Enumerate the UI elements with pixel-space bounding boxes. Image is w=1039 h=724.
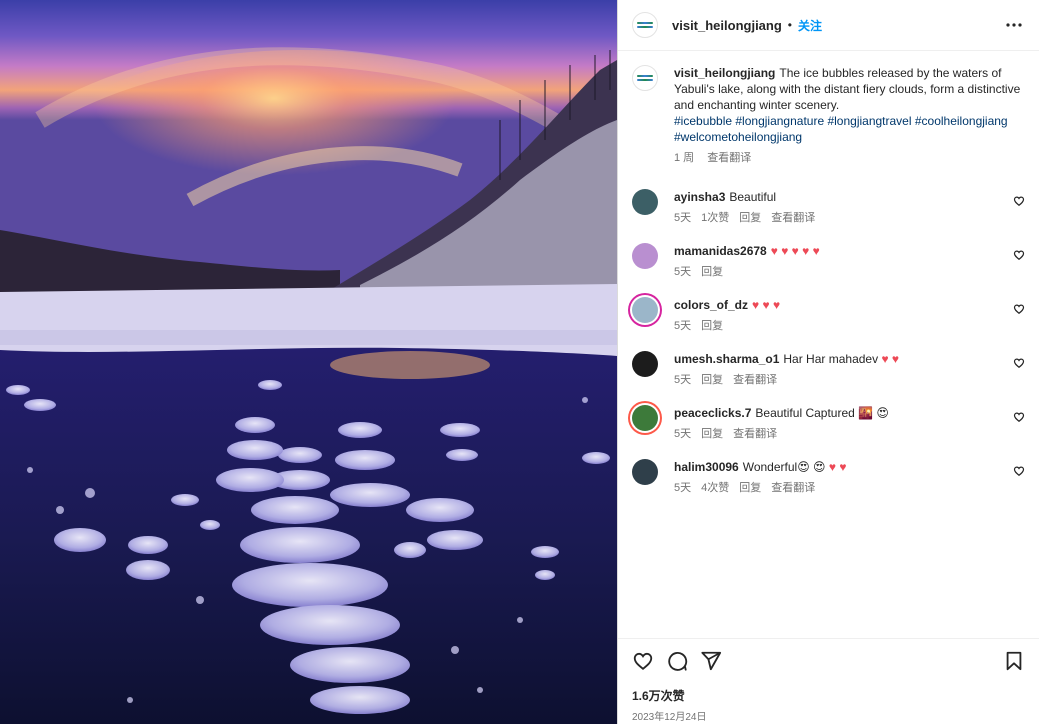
instagram-post-modal: visit_heilongjiang • 关注 visit_heilongjia… xyxy=(0,0,1039,724)
reply-button[interactable]: 回复 xyxy=(701,320,723,332)
post-photo[interactable] xyxy=(0,0,617,724)
comment-item: colors_of_dz ♥ ♥ ♥ 5天 回复 xyxy=(632,297,1025,333)
small-heart-icon[interactable] xyxy=(1013,357,1025,369)
caption-username[interactable]: visit_heilongjiang xyxy=(674,66,775,80)
likes-count[interactable]: 1.6万次赞 xyxy=(632,687,1025,704)
account-avatar[interactable] xyxy=(632,12,658,38)
commenter-avatar[interactable] xyxy=(632,243,658,269)
logo-mark xyxy=(637,26,653,28)
separator-dot: • xyxy=(787,18,792,32)
account-username[interactable]: visit_heilongjiang xyxy=(672,18,782,33)
follow-button[interactable]: 关注 xyxy=(798,17,822,34)
post-side-panel: visit_heilongjiang • 关注 visit_heilongjia… xyxy=(617,0,1039,724)
heart-outline-icon[interactable] xyxy=(632,650,654,672)
comment-bubble-icon[interactable] xyxy=(666,650,688,672)
commenter-username[interactable]: mamanidas2678 xyxy=(674,244,767,258)
reply-button[interactable]: 回复 xyxy=(739,482,761,494)
logo-mark xyxy=(637,75,653,77)
comments-list[interactable]: visit_heilongjiang The ice bubbles releas… xyxy=(618,51,1039,638)
comment-text: Beautiful Captured 🌇 😍 xyxy=(755,406,889,420)
comment-text: ♥ ♥ ♥ xyxy=(752,298,781,312)
post-footer: 1.6万次赞 2023年12月24日 xyxy=(618,638,1039,724)
commenter-username[interactable]: colors_of_dz xyxy=(674,298,748,312)
logo-mark xyxy=(637,79,653,81)
reply-button[interactable]: 回复 xyxy=(701,428,723,440)
comment-text: Wonderful😍 😍 ♥ ♥ xyxy=(742,460,847,474)
comment-item: halim30096 Wonderful😍 😍 ♥ ♥ 5天 4次赞 回复 查看翻译 xyxy=(632,459,1025,495)
comment-likes[interactable]: 4次赞 xyxy=(701,482,729,494)
commenter-avatar[interactable] xyxy=(632,189,658,215)
see-translation-link[interactable]: 查看翻译 xyxy=(733,428,777,440)
commenter-username[interactable]: umesh.sharma_o1 xyxy=(674,352,779,366)
small-heart-icon[interactable] xyxy=(1013,465,1025,477)
commenter-username[interactable]: peaceclicks.7 xyxy=(674,406,751,420)
commenter-avatar[interactable] xyxy=(632,297,658,323)
commenter-username[interactable]: halim30096 xyxy=(674,460,739,474)
comment-item: peaceclicks.7 Beautiful Captured 🌇 😍 5天 回复查… xyxy=(632,405,1025,441)
action-bar xyxy=(632,649,1025,673)
comment-time: 5天 xyxy=(674,482,692,494)
reply-button[interactable]: 回复 xyxy=(701,374,723,386)
post-header: visit_heilongjiang • 关注 xyxy=(618,0,1039,51)
see-translation-link[interactable]: 查看翻译 xyxy=(733,374,777,386)
frozen-lake-ice-bubbles-image xyxy=(0,0,617,724)
comment-time: 5天 xyxy=(674,266,692,278)
comment-time: 5天 xyxy=(674,374,692,386)
caption-avatar[interactable] xyxy=(632,65,658,91)
small-heart-icon[interactable] xyxy=(1013,195,1025,207)
reply-button[interactable]: 回复 xyxy=(701,266,723,278)
comment-item: umesh.sharma_o1 Har Har mahadev ♥ ♥ 5天 回复 查看… xyxy=(632,351,1025,387)
post-date: 2023年12月24日 xyxy=(632,712,707,723)
caption-time: 1 周 xyxy=(674,152,695,164)
comment-text: Har Har mahadev ♥ ♥ xyxy=(783,352,900,366)
commenter-avatar[interactable] xyxy=(632,351,658,377)
paper-plane-icon[interactable] xyxy=(700,650,722,672)
small-heart-icon[interactable] xyxy=(1013,303,1025,315)
comment-text: ♥ ♥ ♥ ♥ ♥ xyxy=(770,244,820,258)
comment-item: ayinsha3 Beautiful 5天 1次赞 回复 查看翻译 xyxy=(632,189,1025,225)
see-translation-link[interactable]: 查看翻译 xyxy=(771,482,815,494)
caption-hashtags[interactable]: #icebubble #longjiangnature #longjiangtr… xyxy=(674,114,1008,144)
small-heart-icon[interactable] xyxy=(1013,411,1025,423)
comment-likes[interactable]: 1次赞 xyxy=(701,212,729,224)
commenter-username[interactable]: ayinsha3 xyxy=(674,190,725,204)
more-options-icon[interactable] xyxy=(1003,14,1025,36)
comment-text: Beautiful xyxy=(729,190,777,204)
bookmark-icon[interactable] xyxy=(1003,650,1025,672)
logo-mark xyxy=(637,22,653,24)
small-heart-icon[interactable] xyxy=(1013,249,1025,261)
comment-time: 5天 xyxy=(674,320,692,332)
post-caption: visit_heilongjiang The ice bubbles releas… xyxy=(632,65,1025,165)
commenter-avatar[interactable] xyxy=(632,459,658,485)
reply-button[interactable]: 回复 xyxy=(739,212,761,224)
comment-item: mamanidas2678 ♥ ♥ ♥ ♥ ♥ 5天 回复 xyxy=(632,243,1025,279)
commenter-avatar[interactable] xyxy=(632,405,658,431)
comment-time: 5天 xyxy=(674,428,692,440)
see-translation-link[interactable]: 查看翻译 xyxy=(707,152,751,164)
see-translation-link[interactable]: 查看翻译 xyxy=(771,212,815,224)
comment-time: 5天 xyxy=(674,212,692,224)
